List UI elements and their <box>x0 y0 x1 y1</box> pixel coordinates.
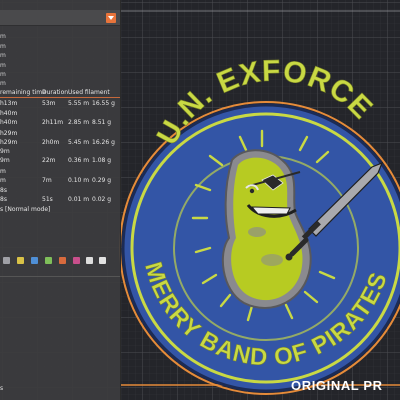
row-weight: 1.08 g <box>92 157 112 164</box>
filament-icon[interactable] <box>31 257 38 264</box>
header-row-6: m <box>0 80 6 87</box>
header-row-3: m <box>0 52 6 59</box>
color-print-icon[interactable] <box>17 257 24 264</box>
row-duration: 7m <box>42 177 52 184</box>
row-weight: 0.02 g <box>92 196 112 203</box>
row-length: 5.45 m <box>68 139 90 146</box>
row-weight: 16.26 g <box>92 139 115 146</box>
row-remaining: h13m <box>0 100 18 107</box>
row-remaining: h40m <box>0 119 18 126</box>
row-length: 0.36 m <box>68 157 90 164</box>
legend-icon[interactable] <box>73 257 80 264</box>
collapse-dropdown-button[interactable] <box>106 13 116 23</box>
row-length: 5.55 m <box>68 100 90 107</box>
header-row-2: m <box>0 43 6 50</box>
row-remaining: m <box>0 177 6 184</box>
row-weight: 0.29 g <box>92 177 112 184</box>
header-row-5: m <box>0 71 6 78</box>
columns-separator <box>0 97 120 98</box>
slicer-stats-panel: m m m m m m remaining time Duration Used… <box>0 0 121 400</box>
row-duration: 51s <box>42 196 53 203</box>
header-row-4: m <box>0 62 6 69</box>
row-length: 0.10 m <box>68 177 90 184</box>
panel-header <box>0 10 120 26</box>
row-length: 0.01 m <box>68 196 90 203</box>
row-duration: 53m <box>42 100 56 107</box>
row-duration: 22m <box>42 157 56 164</box>
col-duration: Duration <box>42 89 69 96</box>
tool-change-icon[interactable] <box>59 257 66 264</box>
row-remaining: h40m <box>0 110 18 117</box>
bottom-left-label: s <box>0 385 4 392</box>
row-remaining: 9m <box>0 157 10 164</box>
layer-view-icon[interactable] <box>3 257 10 264</box>
row-duration: 2h11m <box>42 119 64 126</box>
bed-top-line <box>120 10 400 12</box>
row-remaining: h29m <box>0 139 18 146</box>
row-weight: 8.51 g <box>92 119 112 126</box>
row-duration: 2h0m <box>42 139 60 146</box>
original-preview-label: ORIGINAL PR <box>291 378 383 393</box>
mode-note: s [Normal mode] <box>0 206 51 213</box>
row-length: 2.85 m <box>68 119 90 126</box>
header-row-1: m <box>0 33 6 40</box>
col-used-filament: Used filament <box>68 89 110 96</box>
speed-icon[interactable] <box>45 257 52 264</box>
row-remaining: 8s <box>0 187 7 194</box>
toolbar-divider <box>0 276 120 277</box>
row-remaining: 8s <box>0 196 7 203</box>
cube-view-icon[interactable] <box>86 257 93 264</box>
row-remaining: 9m <box>0 148 10 155</box>
row-weight: 16.55 g <box>92 100 115 107</box>
export-icon[interactable] <box>99 257 106 264</box>
row-remaining: h29m <box>0 130 18 137</box>
row-remaining: m <box>0 168 6 175</box>
col-remaining-time: remaining time <box>0 89 46 96</box>
